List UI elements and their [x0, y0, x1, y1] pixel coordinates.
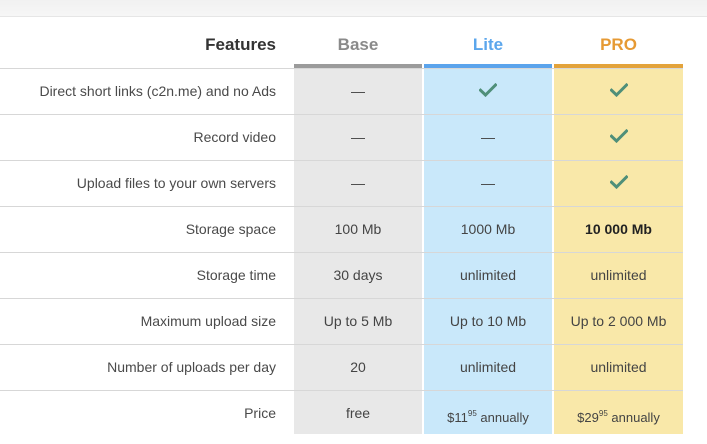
pro-value	[554, 115, 683, 160]
pro-value: unlimited	[590, 359, 647, 375]
lite-value: unlimited	[459, 359, 517, 375]
pro-plan-header: PRO	[600, 35, 637, 54]
pro-value	[554, 69, 683, 114]
base-value: 20	[350, 359, 366, 375]
feature-label: Storage time	[196, 267, 276, 283]
base-value: 100 Mb	[334, 221, 382, 237]
feature-label: Storage space	[185, 221, 276, 237]
lite-price-period: annually	[476, 410, 529, 425]
lite-value: unlimited	[459, 267, 517, 283]
pro-value: Up to 2 000 Mb	[570, 313, 667, 329]
feature-label: Maximum upload size	[140, 313, 276, 329]
check-icon	[608, 162, 629, 207]
check-icon	[608, 70, 629, 115]
lite-plan-header: Lite	[472, 35, 504, 54]
base-value: Up to 5 Mb	[323, 313, 393, 329]
features-header: Features	[205, 35, 276, 54]
pro-price-amount: $29	[577, 410, 599, 425]
lite-value: —	[481, 129, 495, 145]
table-row: Record video — —	[0, 114, 683, 160]
base-price: free	[345, 405, 371, 421]
table-row: Number of uploads per day 20 unlimited u…	[0, 344, 683, 390]
feature-label: Number of uploads per day	[107, 359, 276, 375]
base-value: 30 days	[333, 267, 383, 283]
check-icon	[608, 116, 629, 161]
table-row: Storage time 30 days unlimited unlimited	[0, 252, 683, 298]
pro-price-cents: 95	[598, 409, 608, 418]
base-plan-header: Base	[337, 35, 379, 54]
pro-price-period: annually	[607, 410, 660, 425]
pro-price: $2995 annually	[554, 391, 683, 436]
feature-label: Upload files to your own servers	[76, 175, 276, 191]
pro-value: 10 000 Mb	[585, 221, 652, 237]
check-icon	[478, 70, 498, 115]
feature-label: Record video	[193, 129, 277, 145]
table-row: Price free $1195 annually $2995 annually	[0, 390, 683, 436]
table-row: Storage space 100 Mb 1000 Mb 10 000 Mb	[0, 206, 683, 252]
table-row: Upload files to your own servers — —	[0, 160, 683, 206]
comparison-table: Direct short links (c2n.me) and no Ads —…	[0, 68, 683, 436]
lite-value: 1000 Mb	[460, 221, 516, 237]
table-row: Maximum upload size Up to 5 Mb Up to 10 …	[0, 298, 683, 344]
lite-value: Up to 10 Mb	[449, 313, 527, 329]
base-value: —	[351, 83, 365, 99]
lite-price: $1195 annually	[424, 391, 552, 436]
lite-value	[424, 69, 552, 114]
lite-value: —	[481, 175, 495, 191]
pro-value: unlimited	[590, 267, 647, 283]
lite-price-cents: 95	[467, 409, 477, 418]
base-value: —	[351, 129, 365, 145]
base-value: —	[351, 175, 365, 191]
feature-label: Direct short links (c2n.me) and no Ads	[39, 83, 276, 99]
feature-label: Price	[244, 405, 276, 421]
pro-value	[554, 161, 683, 206]
table-row: Direct short links (c2n.me) and no Ads —	[0, 68, 683, 114]
top-bar	[0, 0, 707, 17]
lite-price-amount: $11	[447, 410, 468, 425]
